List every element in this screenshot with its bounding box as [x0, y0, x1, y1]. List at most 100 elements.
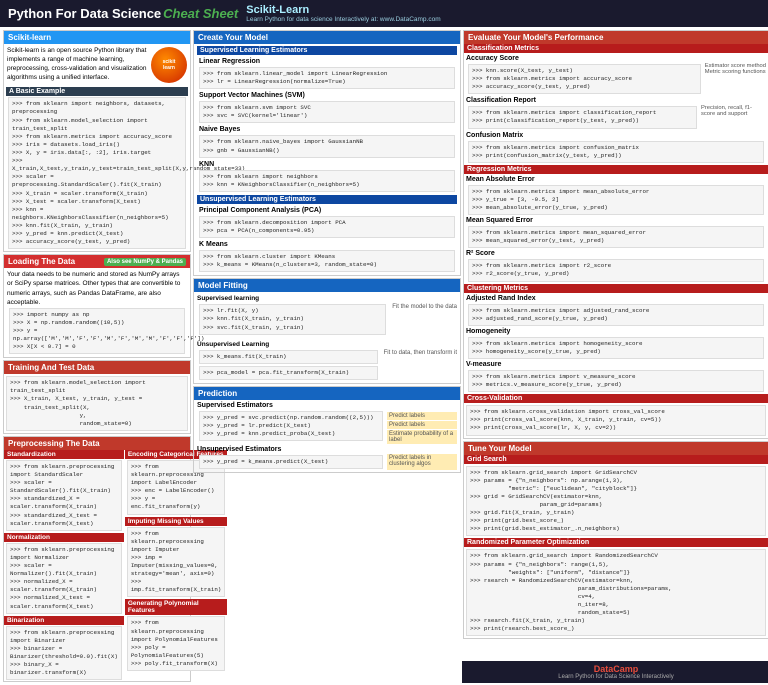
code-line: >>> standardized_X_test = scaler.transfo… — [10, 512, 118, 528]
preprocessing-left: Standardization >>> from sklearn.preproc… — [4, 450, 124, 681]
code-line: >>> k_means = KMeans(n_clusters=3, rando… — [203, 261, 451, 269]
code-line: >>> y_true = [3, -0.5, 2] — [472, 196, 760, 204]
vmeasure-block: V-measure >>> from sklearn.metrics impor… — [466, 360, 766, 392]
kmeans-title: K Means — [197, 240, 457, 249]
classif-report-title: Classification Report — [466, 96, 766, 105]
loading-title: Loading The Data — [8, 257, 75, 266]
unsup-pred-code: >>> y_pred = k_means.predict(X_test) — [199, 455, 383, 469]
code-line: >>> binary_X = binarizer.transform(X) — [10, 661, 118, 677]
code-line: >>> X, y = iris.data[:, :2], iris.target — [12, 149, 182, 157]
norm-header: Normalization — [4, 533, 124, 542]
code-line: >>> from sklearn.model_selection import … — [10, 379, 184, 395]
code-line: >>> print(cross_val_score(knn, X_train, … — [470, 416, 762, 424]
randomized-code: >>> from sklearn.grid_search import Rand… — [466, 549, 766, 636]
unsup-pred-label: Predict labels in clustering algos — [387, 454, 457, 470]
code-line: >>> from sklearn import neighbors — [203, 173, 451, 181]
code-line: >>> from sklearn.cross_validation import… — [470, 408, 762, 416]
supervised-est-header: Supervised Learning Estimators — [197, 46, 457, 55]
code-line: >>> accuracy_score(y_test, y_pred) — [12, 238, 182, 246]
pred-label-2: Predict labels — [387, 421, 457, 429]
mae-title: Mean Absolute Error — [466, 175, 766, 184]
code-line: >>> lr = LinearRegression(normalize=True… — [203, 78, 451, 86]
code-line: >>> y_pred = knn.predict_proba(X_test) — [203, 430, 379, 438]
code-line: >>> from sklearn.grid_search import Grid… — [470, 469, 762, 477]
r2-block: R² Score >>> from sklearn.metrics import… — [466, 249, 766, 281]
title-cheatsheet: Cheat Sheet — [163, 6, 238, 21]
footer-brand: DataCamp — [465, 664, 767, 674]
adj-rand-block: Adjusted Rand Index >>> from sklearn.met… — [466, 294, 766, 326]
adj-rand-title: Adjusted Rand Index — [466, 294, 766, 303]
code-line: >>> from sklearn.cluster import KMeans — [203, 253, 451, 261]
classification-metrics-header: Classification Metrics — [464, 44, 768, 53]
code-line: >>> pca_model = pca.fit_transform(X_trai… — [203, 369, 374, 377]
sklearn-logo: scikitlearn — [151, 47, 187, 83]
code-line: n_iter=8, — [470, 601, 762, 609]
basic-example-block: A Basic Example >>> from sklearn import … — [6, 87, 188, 249]
code-line: >>> accuracy_score(y_test, y_pred) — [472, 83, 697, 91]
grid-search-header: Grid Search — [464, 455, 768, 464]
code-line: >>> from sklearn.metrics import accuracy… — [472, 75, 697, 83]
pred-label-1: Predict labels — [387, 412, 457, 420]
lr-code: >>> from sklearn.linear_model import Lin… — [199, 67, 455, 89]
numpy-badge: Also see NumPy & Pandas — [104, 258, 186, 266]
code-line: >>> svc = SVC(kernel='linear') — [203, 112, 451, 120]
pca-title: Principal Component Analysis (PCA) — [197, 206, 457, 215]
sup-pred-title: Supervised Estimators — [197, 402, 457, 409]
code-line: >>> print(grid.best_score_) — [470, 517, 762, 525]
unsupervised-est-header: Unsupervised Learning Estimators — [197, 195, 457, 204]
code-line: >>> from sklearn.decomposition import PC… — [203, 219, 451, 227]
homogeneity-title: Homogeneity — [466, 327, 766, 336]
metric-score-label: Metric scoring functions — [705, 69, 766, 75]
unsup-pred-title: Unsupervised Estimators — [197, 446, 457, 453]
accuracy-block: Accuracy Score >>> knn.score(X_test, y_t… — [466, 54, 766, 95]
mae-code: >>> from sklearn.metrics import mean_abs… — [468, 185, 764, 215]
lr-title: Linear Regression — [197, 57, 457, 66]
bin-code: >>> from sklearn.preprocessing import Bi… — [6, 626, 122, 681]
code-line: >>> mean_squared_error(y_test, y_pred) — [472, 237, 760, 245]
code-line: >>> knn = KNeighborsClassifier(n_neighbo… — [203, 181, 451, 189]
code-line: >>> iris = datasets.load_iris() — [12, 141, 182, 149]
accuracy-content: >>> knn.score(X_test, y_test) >>> from s… — [466, 63, 766, 95]
accuracy-code-block: >>> knn.score(X_test, y_test) >>> from s… — [466, 63, 703, 95]
code-line: >>> gnb = GaussianNB() — [203, 147, 451, 155]
clustering-metrics-header: Clustering Metrics — [464, 284, 768, 293]
unsup-fitting-title: Unsupervised Learning — [197, 340, 380, 349]
code-line: random_state=5) — [470, 609, 762, 617]
col-mid: Create Your Model Supervised Learning Es… — [192, 29, 462, 683]
pred-label-3: Estimate probability of a label — [387, 430, 457, 444]
sklearn-body: Scikit-learn is an open source Python li… — [4, 44, 190, 85]
code-line: >>> from sklearn.preprocessing import St… — [10, 463, 118, 479]
main-grid: Scikit-learn Scikit-learn is an open sou… — [0, 27, 768, 685]
create-model-section: Create Your Model Supervised Learning Es… — [193, 30, 461, 276]
tune-section: Tune Your Model Grid Search >>> from skl… — [463, 441, 768, 640]
header: Python For Data Science Cheat Sheet Scik… — [0, 0, 768, 27]
code-line: >>> from sklearn.naive_bayes import Gaus… — [203, 138, 451, 146]
preprocessing-section: Preprocessing The Data Standardization >… — [3, 436, 191, 682]
code-line: "weights": ["uniform", "distance"]} — [470, 569, 762, 577]
code-line: >>> knn.score(X_test, y_test) — [472, 67, 697, 75]
code-line: >>> grid = GridSearchCV(estimator=knn, — [470, 493, 762, 501]
classif-report-block: Classification Report >>> from sklearn.m… — [466, 96, 766, 129]
header-link: Learn Python for data science Interactiv… — [246, 16, 440, 23]
code-line: >>> from sklearn.preprocessing import Bi… — [10, 629, 118, 645]
adj-rand-code: >>> from sklearn.metrics import adjusted… — [468, 304, 764, 326]
tune-header: Tune Your Model — [464, 442, 768, 455]
prediction-section: Prediction Supervised Estimators >>> y_p… — [193, 386, 461, 473]
loading-note: Your data needs to be numeric and stored… — [7, 270, 187, 306]
code-line: >>> X_train, X_test, y_train, y_test = — [10, 395, 184, 403]
footer-tagline: Learn Python for Data Science Interactiv… — [465, 674, 767, 680]
classif-report-code: >>> from sklearn.metrics import classifi… — [468, 106, 697, 128]
model-fitting-body: Supervised learning >>> lr.fit(X, y) >>>… — [194, 292, 460, 383]
supervised-fitting: Supervised learning >>> lr.fit(X, y) >>>… — [197, 294, 457, 335]
code-line: "metric": ["euclidean", "cityblock"]} — [470, 485, 762, 493]
loading-header: Loading The Data Also see NumPy & Pandas — [4, 255, 190, 268]
create-model-body: Supervised Learning Estimators Linear Re… — [194, 44, 460, 275]
training-code: >>> from sklearn.model_selection import … — [6, 376, 188, 431]
std-code: >>> from sklearn.preprocessing import St… — [6, 460, 122, 531]
sklearn-intro-section: Scikit-learn Scikit-learn is an open sou… — [3, 30, 191, 252]
code-line: >>> from sklearn.metrics import adjusted… — [472, 307, 760, 315]
code-line: >>> normalized_X_test = scaler.transform… — [10, 594, 118, 610]
preprocessing-grid: Standardization >>> from sklearn.preproc… — [4, 450, 190, 681]
code-line: train_test_split(X, — [10, 404, 184, 412]
model-fitting-section: Model Fitting Supervised learning >>> lr… — [193, 278, 461, 384]
